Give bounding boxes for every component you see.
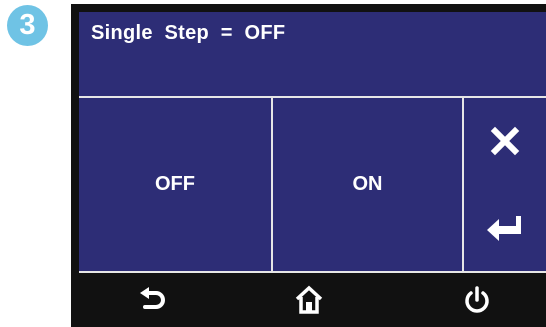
- enter-button[interactable]: [464, 184, 546, 271]
- bottom-nav-bar: [71, 273, 546, 327]
- cancel-button[interactable]: [464, 98, 546, 184]
- power-button[interactable]: [447, 273, 507, 327]
- step-number-badge: 3: [7, 5, 48, 46]
- close-icon: [490, 126, 520, 156]
- touch-screen: Single Step = OFF OFF ON: [79, 12, 546, 273]
- enter-icon: [487, 215, 521, 241]
- back-icon: [140, 287, 165, 309]
- off-option-label: OFF: [155, 173, 195, 195]
- off-option-button[interactable]: OFF: [79, 98, 273, 271]
- home-icon: [295, 285, 323, 314]
- back-button[interactable]: [123, 273, 183, 327]
- setting-status-text: Single Step = OFF: [91, 22, 286, 44]
- on-option-button[interactable]: ON: [273, 98, 464, 271]
- status-header: Single Step = OFF: [79, 12, 546, 98]
- on-option-label: ON: [352, 173, 383, 195]
- power-icon: [465, 286, 489, 313]
- home-button[interactable]: [279, 273, 339, 327]
